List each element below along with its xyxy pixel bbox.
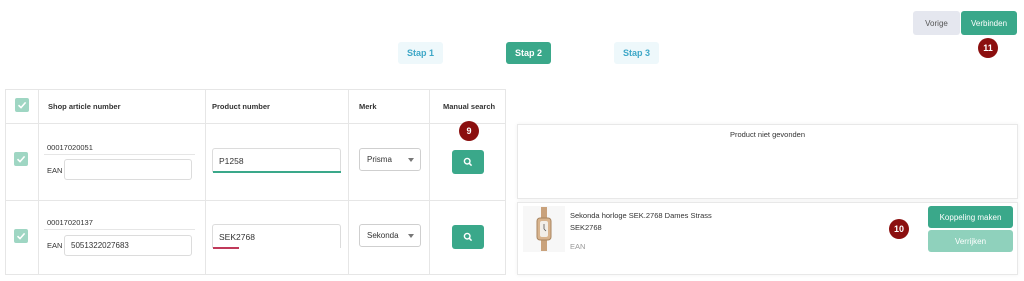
check-icon <box>16 155 26 163</box>
check-icon <box>16 232 26 240</box>
manual-search-button[interactable] <box>452 150 484 174</box>
product-code: SEK2768 <box>570 223 602 232</box>
ean-input[interactable] <box>64 159 192 180</box>
previous-button[interactable]: Vorige <box>913 11 960 35</box>
step-2[interactable]: Stap 2 <box>506 42 551 64</box>
chevron-down-icon <box>408 234 414 238</box>
product-number-input[interactable]: P1258 <box>212 148 341 172</box>
product-title: Sekonda horloge SEK.2768 Dames Strass <box>570 211 712 220</box>
not-found-panel: Product niet gevonden <box>517 124 1018 199</box>
enrich-button[interactable]: Verrijken <box>928 230 1013 252</box>
ean-input[interactable]: 5051322027683 <box>64 235 192 256</box>
ean-label: EAN <box>47 241 63 250</box>
header-shop-article: Shop article number <box>48 102 121 111</box>
create-link-button[interactable]: Koppeling maken <box>928 206 1013 228</box>
check-icon <box>17 101 27 109</box>
search-icon <box>463 157 473 167</box>
ean-label: EAN <box>47 166 63 175</box>
not-found-message: Product niet gevonden <box>729 130 806 139</box>
row-checkbox-1[interactable] <box>14 152 28 166</box>
merk-select[interactable]: Sekonda <box>359 224 421 247</box>
manual-search-button[interactable] <box>452 225 484 249</box>
header-manual-search: Manual search <box>443 102 496 111</box>
row-checkbox-2[interactable] <box>14 229 28 243</box>
header-merk: Merk <box>359 102 377 111</box>
connect-button[interactable]: Verbinden <box>961 11 1017 35</box>
step-3[interactable]: Stap 3 <box>614 42 659 64</box>
search-icon <box>463 232 473 242</box>
select-all-checkbox[interactable] <box>15 98 29 112</box>
product-ean-label: EAN <box>570 242 586 251</box>
input-underline <box>213 171 341 173</box>
annotation-badge-11: 11 <box>978 38 998 58</box>
divider <box>44 229 195 230</box>
product-number-input[interactable]: SEK2768 <box>212 224 341 248</box>
shop-article-number: 00017020137 <box>47 218 93 227</box>
shop-article-number: 00017020051 <box>47 143 93 152</box>
merk-value: Prisma <box>367 155 392 164</box>
merk-value: Sekonda <box>367 231 399 240</box>
step-1[interactable]: Stap 1 <box>398 42 443 64</box>
watch-image <box>523 206 565 252</box>
input-underline <box>213 247 239 249</box>
annotation-badge-9: 9 <box>459 121 479 141</box>
divider <box>44 154 195 155</box>
merk-select[interactable]: Prisma <box>359 148 421 171</box>
header-product-number: Product number <box>212 102 270 111</box>
annotation-badge-10: 10 <box>889 219 909 239</box>
chevron-down-icon <box>408 158 414 162</box>
